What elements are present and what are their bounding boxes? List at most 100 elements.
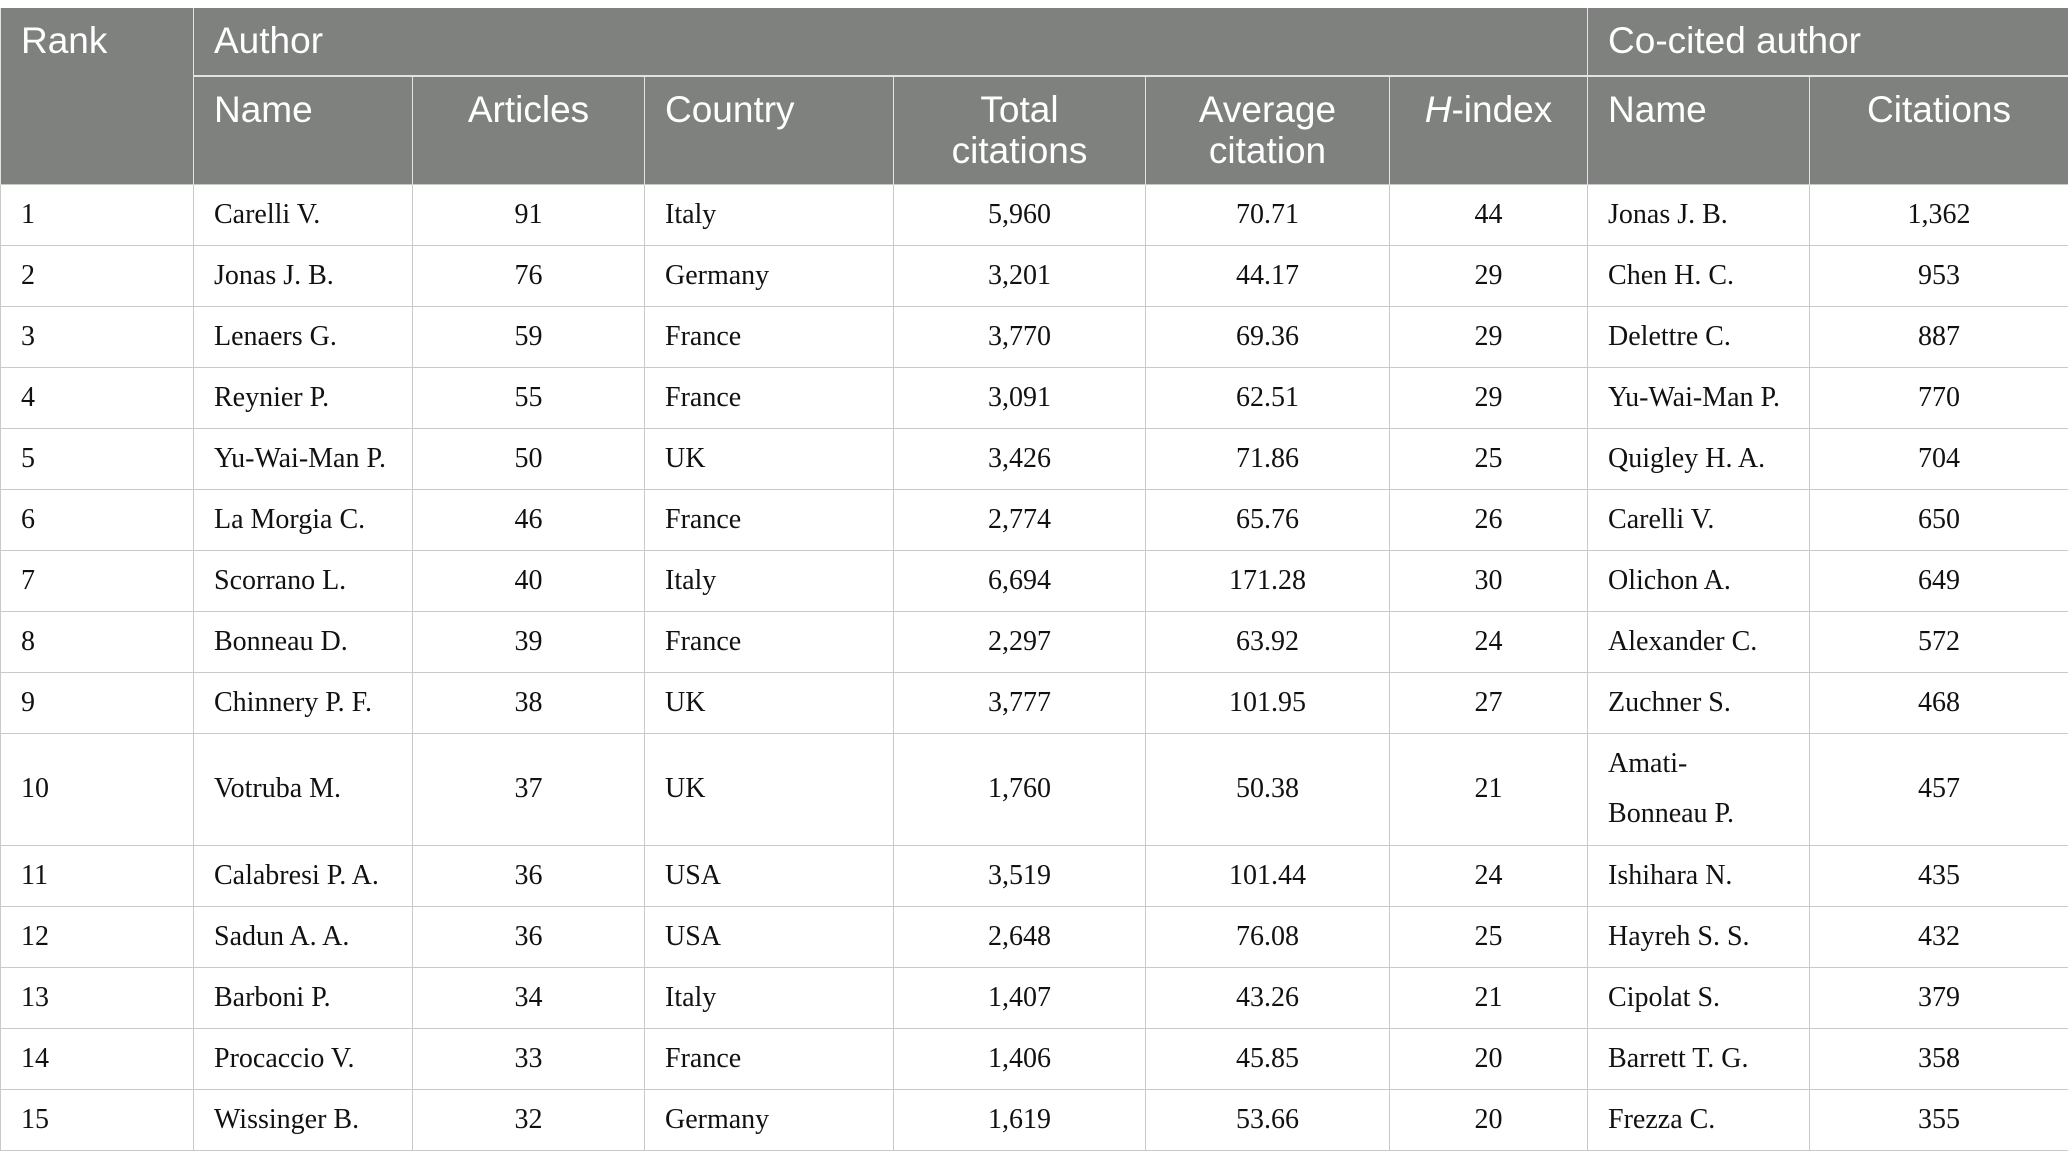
header-row-columns: Name Articles Country Total citations Av…	[1, 76, 2068, 184]
cell-rank: 1	[0, 183, 194, 246]
table-row: 11 Calabresi P. A. 36 USA 3,519 101.44 24 Ishih…	[0, 844, 2068, 907]
table-row: 7 Scorrano L. 40 Italy 6,694 171.28 30 Olichon …	[0, 549, 2068, 612]
cell-average-citation: 44.17	[1145, 244, 1390, 307]
cell-cocited-name: Delettre C.	[1587, 305, 1811, 368]
header-total-citations: Total citations	[893, 76, 1146, 184]
cell-average-citation: 63.92	[1145, 610, 1390, 673]
cell-h-index: 21	[1388, 966, 1589, 1029]
cell-citations: 1,362	[1809, 183, 2068, 246]
cell-h-index: 25	[1388, 905, 1589, 968]
header-country: Country	[644, 76, 894, 184]
header-author-group: Author	[192, 8, 1589, 77]
cell-rank: 4	[0, 366, 194, 429]
cell-country: France	[644, 305, 894, 368]
cell-rank: 3	[0, 305, 194, 368]
table-row: 13 Barboni P. 34 Italy 1,407 43.26 21 Cipolat S…	[0, 966, 2068, 1029]
cell-country: France	[644, 1027, 894, 1090]
cell-articles: 36	[412, 844, 645, 907]
cell-rank: 14	[0, 1027, 194, 1090]
cell-author-name: Bonneau D.	[193, 610, 413, 673]
cell-cocited-name: Hayreh S. S.	[1587, 905, 1811, 968]
header-articles: Articles	[412, 76, 645, 184]
cell-country: France	[644, 610, 894, 673]
cell-average-citation: 101.44	[1145, 844, 1390, 907]
cell-country: Germany	[644, 1088, 894, 1151]
cell-rank: 6	[0, 488, 194, 551]
cell-cocited-name: Carelli V.	[1587, 488, 1811, 551]
cell-country: UK	[644, 732, 894, 846]
table-container: Rank Author Co-cited author Name Article…	[0, 8, 2068, 1151]
cocited-name-part: Bonneau P.	[1608, 798, 1735, 829]
cell-citations: 953	[1809, 244, 2068, 307]
cell-h-index: 44	[1388, 183, 1589, 246]
cell-total-citations: 2,774	[893, 488, 1146, 551]
cell-total-citations: 2,648	[893, 905, 1146, 968]
cell-rank: 2	[0, 244, 194, 307]
table-row: 1 Carelli V. 91 Italy 5,960 70.71 44 Jonas J. B…	[0, 183, 2068, 246]
cell-articles: 36	[412, 905, 645, 968]
cell-country: Germany	[644, 244, 894, 307]
cell-total-citations: 3,091	[893, 366, 1146, 429]
table-row: 2 Jonas J. B. 76 Germany 3,201 44.17 29 Chen H.…	[0, 244, 2068, 307]
table-row: 15 Wissinger B. 32 Germany 1,619 53.66 20 Frezz…	[0, 1088, 2068, 1151]
cell-total-citations: 3,770	[893, 305, 1146, 368]
cell-average-citation: 45.85	[1145, 1027, 1390, 1090]
cell-citations: 468	[1809, 671, 2068, 734]
cell-average-citation: 70.71	[1145, 183, 1390, 246]
cell-author-name: Chinnery P. F.	[193, 671, 413, 734]
cell-average-citation: 101.95	[1145, 671, 1390, 734]
cocited-name-part: Amati-	[1608, 748, 1688, 779]
cell-articles: 59	[412, 305, 645, 368]
cell-articles: 38	[412, 671, 645, 734]
header-h-index-rest: -index	[1451, 89, 1553, 130]
cell-author-name: Yu-Wai-Man P.	[193, 427, 413, 490]
cell-cocited-name: Cipolat S.	[1587, 966, 1811, 1029]
cell-articles: 34	[412, 966, 645, 1029]
cell-total-citations: 3,426	[893, 427, 1146, 490]
cell-country: France	[644, 488, 894, 551]
cell-articles: 50	[412, 427, 645, 490]
header-cocited-name: Name	[1587, 76, 1811, 184]
author-table: Rank Author Co-cited author Name Article…	[0, 8, 2068, 1151]
cell-h-index: 24	[1388, 844, 1589, 907]
cell-country: Italy	[644, 183, 894, 246]
cell-country: USA	[644, 905, 894, 968]
table-row: 14 Procaccio V. 33 France 1,406 45.85 20 Barret…	[0, 1027, 2068, 1090]
cell-h-index: 29	[1388, 305, 1589, 368]
cell-total-citations: 2,297	[893, 610, 1146, 673]
header-name: Name	[193, 76, 413, 184]
table-body: 1 Carelli V. 91 Italy 5,960 70.71 44 Jonas J. B…	[0, 183, 2068, 1151]
cell-average-citation: 53.66	[1145, 1088, 1390, 1151]
header-cocited-group: Co-cited author	[1587, 8, 2068, 77]
cell-citations: 770	[1809, 366, 2068, 429]
cell-author-name: Calabresi P. A.	[193, 844, 413, 907]
cell-author-name: Reynier P.	[193, 366, 413, 429]
cell-author-name: Votruba M.	[193, 732, 413, 846]
table-row: 12 Sadun A. A. 36 USA 2,648 76.08 25 Hayreh S. …	[0, 905, 2068, 968]
header-average-citation: Average citation	[1145, 76, 1390, 184]
cell-citations: 358	[1809, 1027, 2068, 1090]
cell-country: Italy	[644, 549, 894, 612]
table-header: Rank Author Co-cited author Name Article…	[0, 8, 2068, 184]
cell-total-citations: 1,760	[893, 732, 1146, 846]
header-h-index: H-index	[1388, 76, 1589, 184]
cell-articles: 33	[412, 1027, 645, 1090]
cell-articles: 55	[412, 366, 645, 429]
cell-cocited-name: Olichon A.	[1587, 549, 1811, 612]
cell-total-citations: 3,777	[893, 671, 1146, 734]
cell-rank: 9	[0, 671, 194, 734]
cell-rank: 5	[0, 427, 194, 490]
cell-citations: 432	[1809, 905, 2068, 968]
cell-h-index: 20	[1388, 1027, 1589, 1090]
cell-citations: 649	[1809, 549, 2068, 612]
cell-average-citation: 171.28	[1145, 549, 1390, 612]
cell-total-citations: 3,519	[893, 844, 1146, 907]
cell-country: UK	[644, 427, 894, 490]
table-row: 9 Chinnery P. F. 38 UK 3,777 101.95 27 Zuchner …	[0, 671, 2068, 734]
cell-h-index: 25	[1388, 427, 1589, 490]
cell-author-name: Jonas J. B.	[193, 244, 413, 307]
cell-cocited-name: Chen H. C.	[1587, 244, 1811, 307]
cell-country: France	[644, 366, 894, 429]
cell-h-index: 27	[1388, 671, 1589, 734]
cell-total-citations: 1,619	[893, 1088, 1146, 1151]
